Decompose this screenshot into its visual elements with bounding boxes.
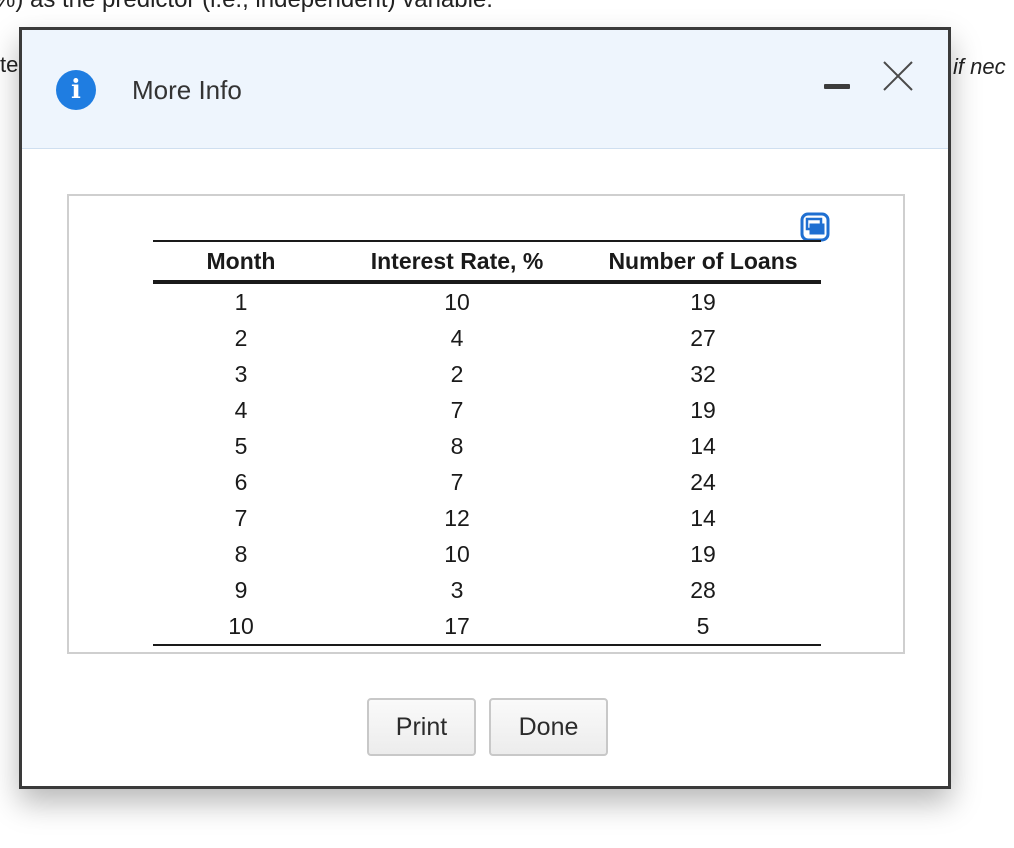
interest-rate-cell: 7 <box>450 468 464 495</box>
table-header-row: Month Interest Rate, % Number of Loans <box>153 240 821 284</box>
interest-rate-cell: 8 <box>450 432 464 459</box>
interest-rate-cell: 3 <box>450 576 464 603</box>
table-row: 9 3 28 <box>153 572 821 608</box>
interest-rate-cell: 17 <box>329 608 585 646</box>
more-info-dialog: i More Info Month Interest Rate, % Numbe… <box>19 27 951 789</box>
table-row: 1 10 19 <box>153 282 821 320</box>
interest-rate-cell: 4 <box>450 324 464 351</box>
month-cell: 2 <box>234 324 248 351</box>
number-of-loans-cell: 27 <box>690 324 716 351</box>
table-row: 4 7 19 <box>153 392 821 428</box>
month-cell: 10 <box>153 608 329 646</box>
minimize-icon[interactable] <box>822 80 852 93</box>
number-of-loans-cell: 24 <box>690 468 716 495</box>
background-question-text: %) as the predictor (i.e., independent) … <box>0 0 493 14</box>
column-header-month: Month <box>153 240 329 284</box>
month-cell: 3 <box>234 360 248 387</box>
month-cell: 9 <box>234 576 248 603</box>
data-table-panel: Month Interest Rate, % Number of Loans 1… <box>67 194 905 654</box>
month-cell: 6 <box>234 468 248 495</box>
month-cell: 5 <box>234 432 248 459</box>
month-cell: 1 <box>234 288 248 315</box>
month-cell: 8 <box>234 540 248 567</box>
number-of-loans-cell: 14 <box>690 432 716 459</box>
number-of-loans-cell: 14 <box>690 504 716 531</box>
interest-rate-cell: 10 <box>444 540 470 567</box>
table-row: 10 17 5 <box>153 608 821 646</box>
done-button[interactable]: Done <box>489 698 608 756</box>
column-header-interest-rate: Interest Rate, % <box>329 240 585 284</box>
table-row: 8 10 19 <box>153 536 821 572</box>
table-row: 7 12 14 <box>153 500 821 536</box>
table-row: 5 8 14 <box>153 428 821 464</box>
background-left-text: te <box>0 52 19 77</box>
interest-rate-cell: 7 <box>450 396 464 423</box>
dialog-title: More Info <box>132 75 242 105</box>
number-of-loans-cell: 32 <box>690 360 716 387</box>
number-of-loans-cell: 19 <box>690 396 716 423</box>
number-of-loans-cell: 19 <box>690 540 716 567</box>
month-cell: 7 <box>234 504 248 531</box>
table-row: 2 4 27 <box>153 320 821 356</box>
number-of-loans-cell: 5 <box>585 608 821 646</box>
copy-icon[interactable] <box>800 212 830 242</box>
column-header-number-of-loans: Number of Loans <box>585 240 821 284</box>
table-row: 3 2 32 <box>153 356 821 392</box>
print-button[interactable]: Print <box>367 698 476 756</box>
interest-rate-cell: 10 <box>444 288 470 315</box>
interest-rate-cell: 12 <box>444 504 470 531</box>
close-icon[interactable] <box>880 58 916 94</box>
number-of-loans-cell: 28 <box>690 576 716 603</box>
dialog-header: i More Info <box>22 30 948 149</box>
table-row: 6 7 24 <box>153 464 821 500</box>
interest-rate-cell: 2 <box>450 360 464 387</box>
background-right-text: if nec <box>953 54 1006 79</box>
number-of-loans-cell: 19 <box>690 288 716 315</box>
info-icon: i <box>56 70 96 110</box>
month-cell: 4 <box>234 396 248 423</box>
loans-table: Month Interest Rate, % Number of Loans 1… <box>153 240 821 646</box>
